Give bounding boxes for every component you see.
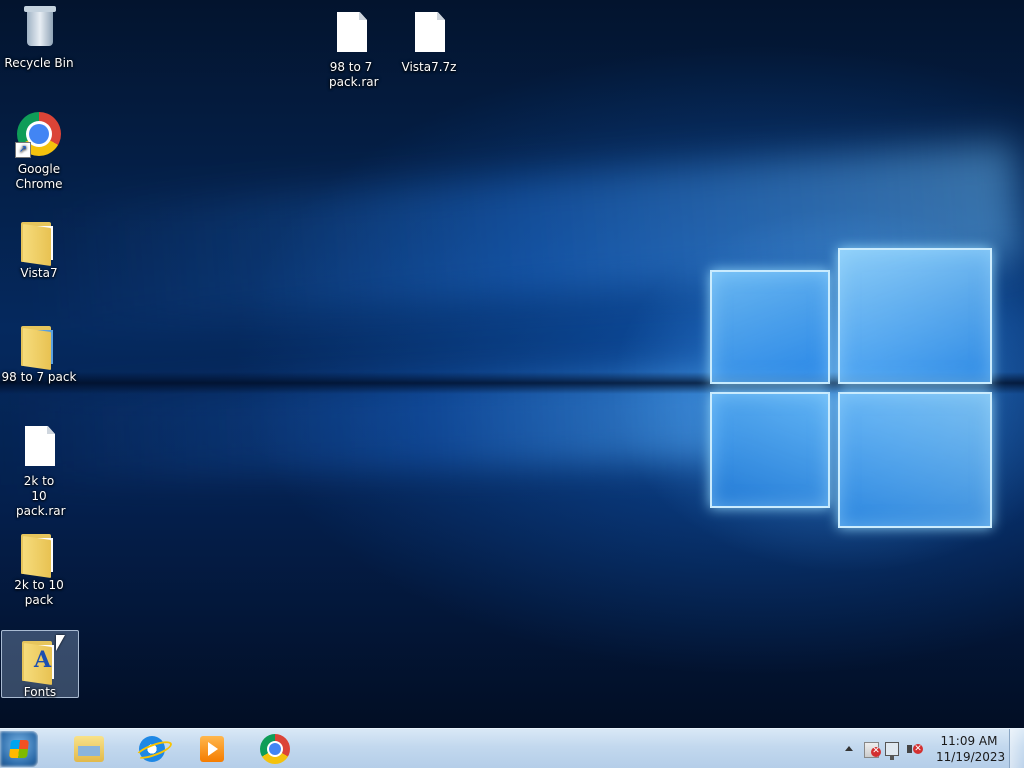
network-icon[interactable] [885, 742, 899, 760]
taskbar-file-explorer-button[interactable] [66, 731, 112, 767]
desktop-icon-98-to-7-pack-folder[interactable]: 98 to 7 pack [1, 316, 77, 385]
start-button[interactable] [0, 731, 38, 767]
folder-icon [15, 320, 63, 370]
desktop[interactable]: Recycle Bin 98 to 7 pack.rar Vista7.7z ↗… [0, 0, 1024, 728]
desktop-icon-label: Vista7.7z [401, 60, 457, 74]
folder-icon [15, 528, 63, 578]
recycle-bin-icon [15, 6, 63, 54]
taskbar-clock[interactable]: 11:09 AM 11/19/2023 [936, 733, 1006, 765]
show-desktop-button[interactable] [1009, 729, 1024, 768]
clock-time: 11:09 AM [940, 734, 998, 748]
desktop-icon-label: Fonts [23, 685, 57, 699]
chrome-icon: ↗ [15, 112, 63, 160]
taskbar-google-chrome-button[interactable] [252, 731, 298, 767]
desktop-icon-vista7-7z[interactable]: Vista7.7z [391, 6, 467, 75]
desktop-icon-recycle-bin[interactable]: Recycle Bin [1, 2, 77, 71]
file-icon [15, 424, 63, 472]
windows-logo-pane [838, 248, 992, 384]
show-hidden-icons-chevron-icon[interactable] [840, 740, 858, 758]
desktop-icon-label: Recycle Bin [4, 56, 74, 70]
windows-logo-pane [710, 270, 830, 384]
taskbar-internet-explorer-button[interactable] [129, 731, 175, 767]
taskbar-media-player-button[interactable] [189, 731, 235, 767]
file-explorer-icon [74, 736, 104, 762]
desktop-icon-2k-to-10-pack-folder[interactable]: 2k to 10 pack [1, 524, 77, 608]
google-chrome-icon [260, 734, 290, 764]
windows-logo-pane [710, 392, 830, 508]
windows-logo-pane [838, 392, 992, 528]
desktop-icon-label: Google Chrome [15, 162, 63, 191]
desktop-icon-vista7-folder[interactable]: Vista7 [1, 212, 77, 281]
desktop-icon-label: 98 to 7 pack [1, 370, 77, 384]
clock-date: 11/19/2023 [936, 750, 1006, 764]
desktop-icon-label: Vista7 [20, 266, 58, 280]
action-center-flag-icon[interactable] [864, 742, 881, 758]
shortcut-arrow-icon: ↗ [15, 142, 31, 158]
desktop-icon-label: 2k to 10 pack [14, 578, 64, 607]
volume-muted-icon[interactable] [905, 740, 923, 758]
desktop-icon-2k-to-10-pack-rar[interactable]: 2k to 10 pack.rar [1, 420, 77, 519]
internet-explorer-icon [139, 736, 165, 762]
desktop-icon-98-to-7-pack-rar[interactable]: 98 to 7 pack.rar [313, 6, 389, 90]
windows-logo-icon [9, 740, 29, 758]
folder-icon [15, 216, 63, 266]
desktop-icon-label: 2k to 10 pack.rar [16, 474, 66, 518]
desktop-icon-fonts-folder[interactable]: A Fonts [1, 630, 79, 699]
system-tray: 11:09 AM 11/19/2023 [837, 729, 1006, 768]
file-icon [405, 10, 453, 58]
taskbar: 11:09 AM 11/19/2023 [0, 728, 1024, 768]
desktop-icon-label: 98 to 7 pack.rar [329, 60, 379, 89]
mouse-pointer-icon [56, 635, 65, 651]
windows-media-player-icon [200, 736, 224, 762]
desktop-icon-google-chrome[interactable]: ↗ Google Chrome [1, 108, 77, 192]
file-icon [327, 10, 375, 58]
